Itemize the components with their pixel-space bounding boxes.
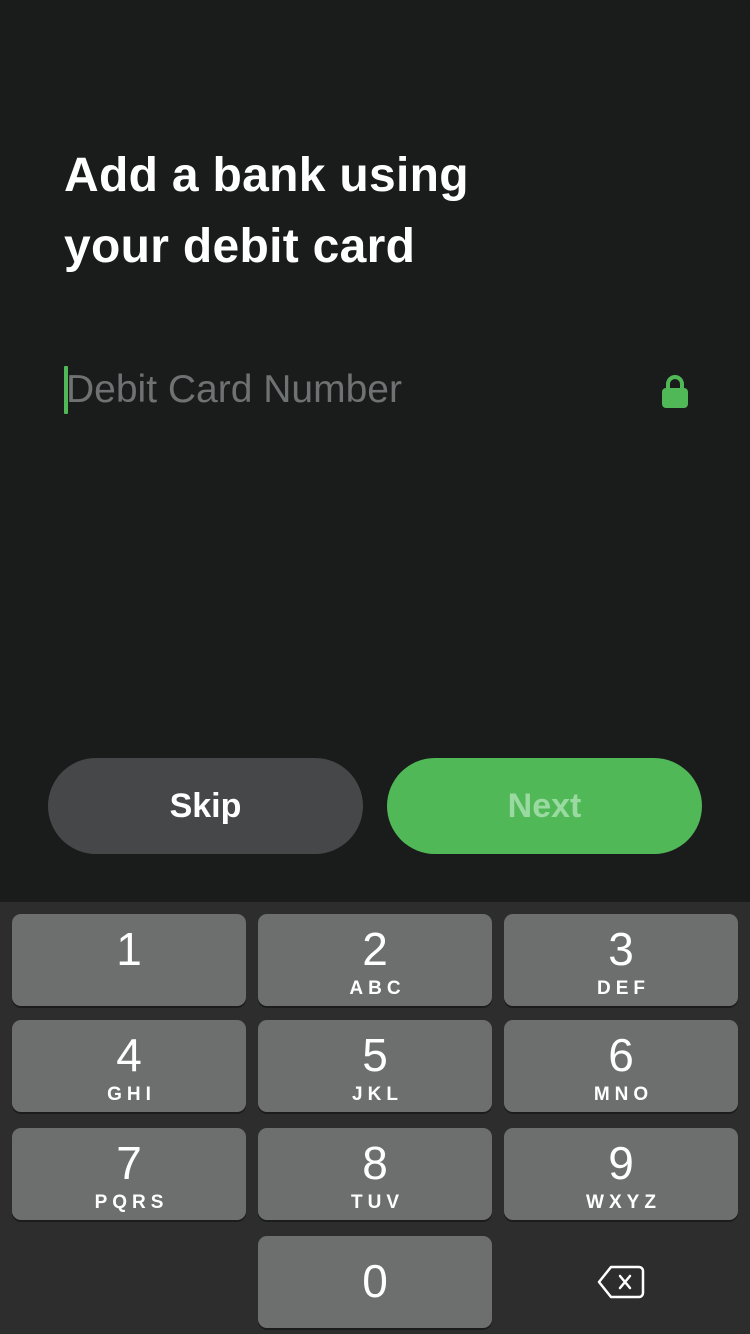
key-letters: WXYZ: [586, 1192, 661, 1213]
key-digit: 0: [362, 1255, 388, 1307]
key-letters: PQRS: [94, 1192, 169, 1213]
title-line-2: your debit card: [64, 220, 416, 273]
numeric-keypad: 1 2 ABC 3 DEF 4 GHI 5 JKL 6 MNO 7 PQRS 8…: [0, 902, 750, 1334]
key-letters: GHI: [107, 1084, 156, 1105]
key-digit: 5: [362, 1029, 388, 1081]
title-line-1: Add a bank using: [64, 149, 469, 202]
key-2[interactable]: 2 ABC: [258, 914, 492, 1006]
key-digit: 7: [116, 1137, 142, 1189]
backspace-key[interactable]: [504, 1236, 738, 1328]
skip-button[interactable]: Skip: [48, 758, 363, 854]
debit-card-field[interactable]: [64, 362, 690, 418]
key-9[interactable]: 9 WXYZ: [504, 1128, 738, 1220]
key-digit: 1: [116, 923, 142, 975]
add-bank-screen: Add a bank using your debit card Skip Ne…: [0, 0, 750, 1334]
debit-card-number-input[interactable]: [66, 362, 626, 418]
key-letters: DEF: [597, 978, 650, 999]
key-4[interactable]: 4 GHI: [12, 1020, 246, 1112]
key-digit: 2: [362, 923, 388, 975]
key-8[interactable]: 8 TUV: [258, 1128, 492, 1220]
key-letters: ABC: [349, 978, 406, 999]
key-7[interactable]: 7 PQRS: [12, 1128, 246, 1220]
key-1[interactable]: 1: [12, 914, 246, 1006]
key-letters: JKL: [352, 1084, 403, 1105]
key-digit: 9: [608, 1137, 634, 1189]
page-title: Add a bank using your debit card: [64, 140, 684, 282]
key-6[interactable]: 6 MNO: [504, 1020, 738, 1112]
key-letters: TUV: [351, 1192, 404, 1213]
key-5[interactable]: 5 JKL: [258, 1020, 492, 1112]
key-digit: 8: [362, 1137, 388, 1189]
key-3[interactable]: 3 DEF: [504, 914, 738, 1006]
key-digit: 3: [608, 923, 634, 975]
backspace-icon: [597, 1265, 645, 1299]
key-0[interactable]: 0: [258, 1236, 492, 1328]
next-button[interactable]: Next: [387, 758, 702, 854]
key-letters: MNO: [593, 1084, 654, 1105]
key-digit: 6: [608, 1029, 634, 1081]
key-digit: 4: [116, 1029, 142, 1081]
lock-icon: [662, 375, 688, 408]
